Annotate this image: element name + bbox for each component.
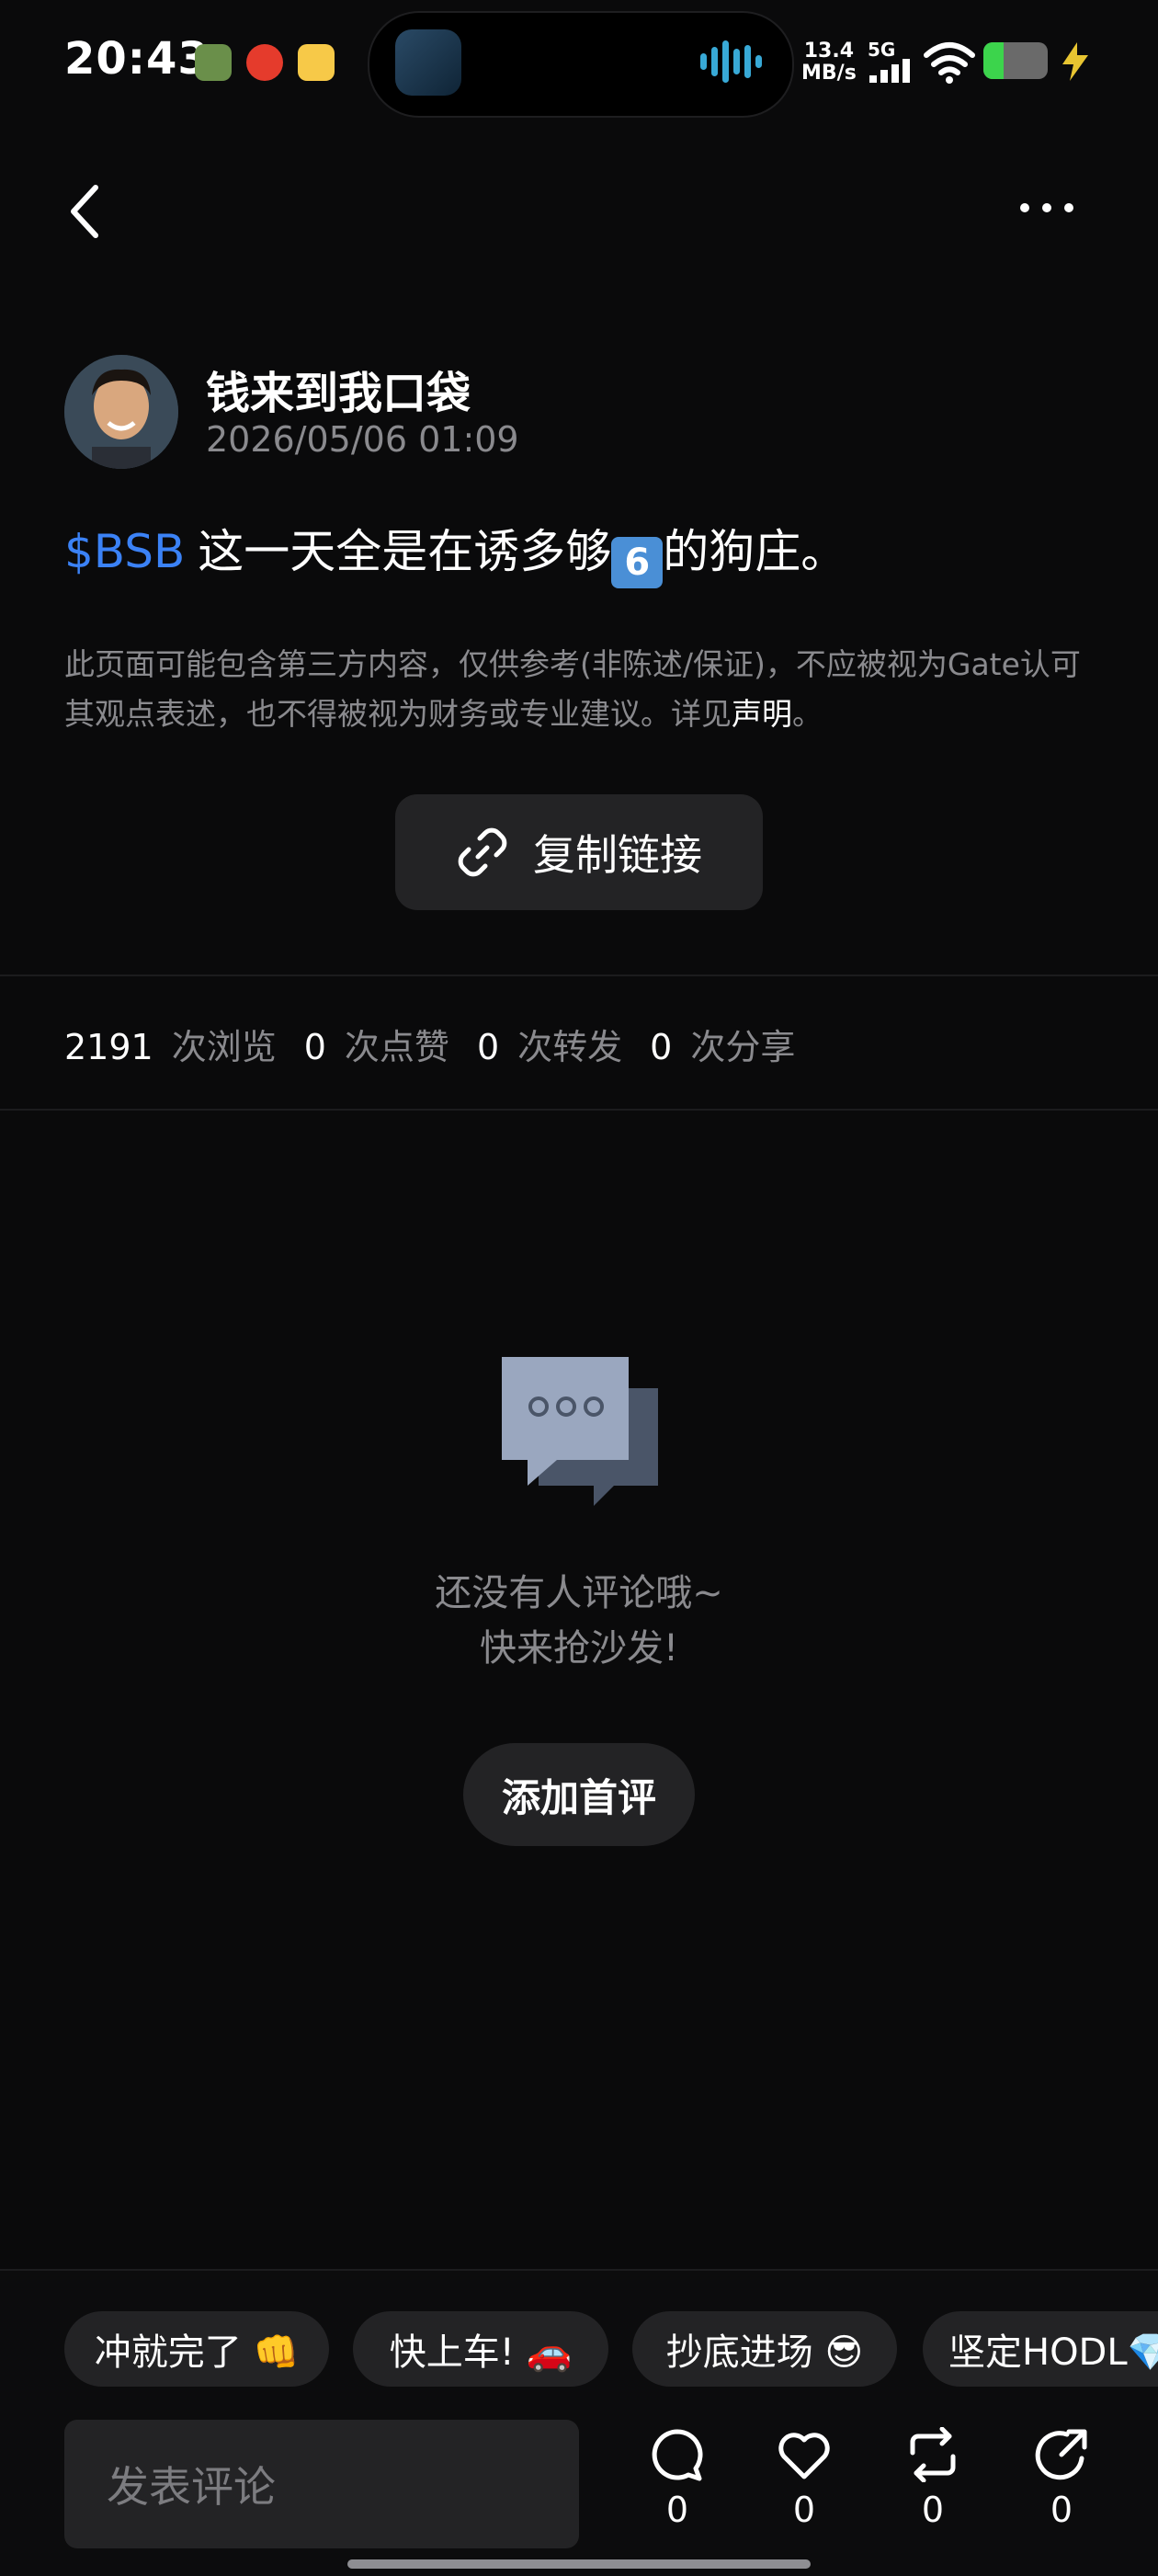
app-notification-icon	[246, 44, 283, 81]
app-notification-icon	[195, 44, 232, 81]
chat-bubbles-icon	[502, 1357, 658, 1506]
notes-app-icon	[298, 44, 335, 81]
ticker-link[interactable]: $BSB	[64, 525, 185, 578]
post-content: $BSB 这一天全是在诱多够 6 的狗庄。	[64, 515, 846, 588]
views-count: 2191	[64, 1027, 153, 1067]
likes-label: 次点赞	[344, 1027, 449, 1067]
quick-reply-chip[interactable]: 冲就完了 👊	[64, 2311, 329, 2387]
quick-reply-chip[interactable]: 抄底进场 😎	[632, 2311, 897, 2387]
back-icon[interactable]	[64, 182, 105, 241]
views-label: 次浏览	[171, 1027, 277, 1067]
post-stats: 2191 次浏览 0 次点赞 0 次转发 0 次分享	[64, 1019, 823, 1069]
repost-icon	[910, 2427, 956, 2482]
emoji-keycap-six: 6	[611, 537, 664, 588]
comment-input[interactable]: 发表评论	[64, 2420, 579, 2548]
copy-link-label: 复制链接	[533, 830, 702, 880]
status-time: 20:43	[64, 33, 210, 85]
empty-comments-text: 还没有人评论哦~	[435, 1572, 723, 1614]
quick-reply-chip[interactable]: 快上车! 🚗	[353, 2311, 608, 2387]
battery-icon	[983, 42, 1048, 79]
divider	[0, 1109, 1158, 1111]
disclaimer-link[interactable]: 声明	[732, 696, 792, 732]
audio-wave-icon	[700, 40, 762, 83]
shares-label: 次分享	[690, 1027, 796, 1067]
divider	[0, 975, 1158, 976]
reposts-label: 次转发	[517, 1027, 623, 1067]
comment-icon	[652, 2429, 703, 2481]
network-speed: 13.4 MB/s	[801, 40, 857, 85]
share-count: 0	[1050, 2490, 1073, 2530]
now-playing-app-icon	[395, 29, 461, 96]
shares-count: 0	[650, 1027, 673, 1067]
quick-reply-chip[interactable]: 坚定HODL💎	[923, 2311, 1158, 2387]
disclaimer: 此页面可能包含第三方内容，仅供参考(非陈述/保证)，不应被视为Gate认可其观点…	[64, 646, 1081, 732]
reposts-count: 0	[476, 1027, 500, 1067]
share-action[interactable]: 0	[1020, 2427, 1103, 2530]
repost-count: 0	[921, 2490, 945, 2530]
comment-count: 0	[665, 2490, 689, 2530]
comment-action[interactable]: 0	[636, 2427, 719, 2530]
author-name[interactable]: 钱来到我口袋	[206, 357, 471, 421]
wifi-icon	[924, 42, 975, 84]
post-text-part: 的狗庄。	[663, 525, 847, 578]
repost-action[interactable]: 0	[891, 2427, 974, 2530]
post-date: 2026/05/06 01:09	[206, 419, 519, 460]
author-avatar[interactable]	[64, 355, 178, 469]
like-count: 0	[792, 2490, 816, 2530]
more-options-icon[interactable]	[1020, 199, 1086, 216]
share-icon	[1035, 2429, 1087, 2480]
like-action[interactable]: 0	[763, 2427, 846, 2530]
post-text-part: 这一天全是在诱多够	[198, 525, 612, 578]
likes-count: 0	[303, 1027, 326, 1067]
charging-icon	[1062, 42, 1088, 81]
link-icon	[458, 827, 507, 877]
signal-icon	[869, 59, 912, 83]
add-first-comment-button[interactable]: 添加首评	[463, 1743, 695, 1846]
home-indicator[interactable]	[347, 2559, 811, 2569]
heart-icon	[778, 2433, 830, 2479]
copy-link-button[interactable]: 复制链接	[395, 794, 763, 910]
network-type-label: 5G	[868, 39, 896, 61]
empty-comments-subtext: 快来抢沙发!	[479, 1627, 679, 1670]
